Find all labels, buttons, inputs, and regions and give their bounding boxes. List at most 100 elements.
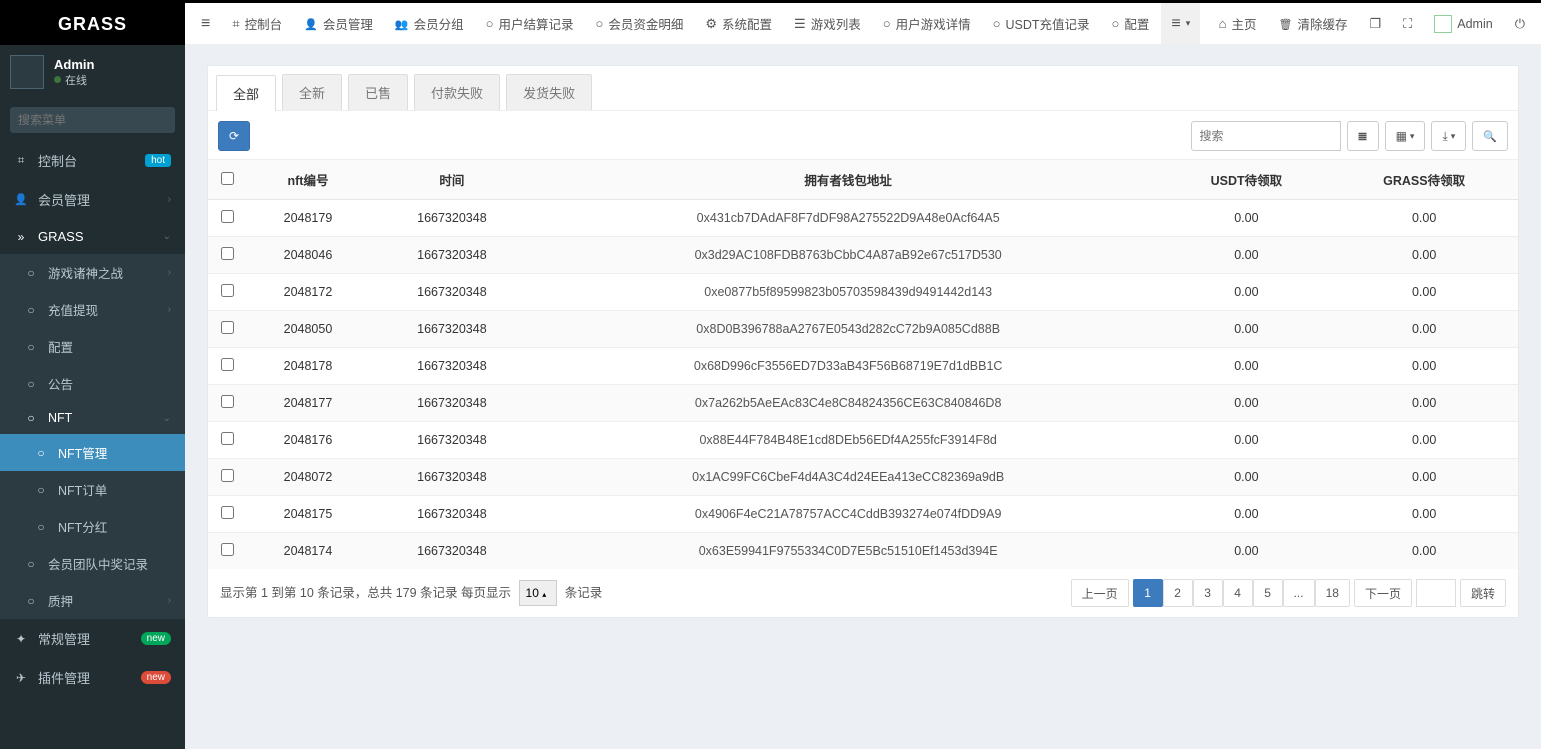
row-checkbox[interactable] xyxy=(221,469,234,482)
tab-sold[interactable]: 已售 xyxy=(348,74,408,110)
topnav-user-settle[interactable]: 用户结算记录 xyxy=(476,3,584,44)
col-nft-id[interactable]: nft编号 xyxy=(246,160,370,200)
row-checkbox[interactable] xyxy=(221,210,234,223)
new-badge: new xyxy=(141,632,171,645)
table-search-input[interactable] xyxy=(1191,121,1341,151)
row-checkbox[interactable] xyxy=(221,247,234,260)
topnav-usdt-recharge[interactable]: USDT充值记录 xyxy=(983,3,1100,44)
page-number-button[interactable]: 3 xyxy=(1193,579,1223,607)
row-checkbox[interactable] xyxy=(221,358,234,371)
cell-time: 1667320348 xyxy=(370,496,534,533)
row-checkbox[interactable] xyxy=(221,321,234,334)
expand-icon xyxy=(1403,16,1412,32)
topnav-more-dropdown[interactable]: ▾ xyxy=(1161,3,1200,44)
row-checkbox[interactable] xyxy=(221,432,234,445)
power-icon xyxy=(1515,16,1525,32)
col-usdt-pending[interactable]: USDT待领取 xyxy=(1163,160,1331,200)
circle-icon xyxy=(486,16,494,31)
cell-usdt: 0.00 xyxy=(1163,459,1331,496)
page-number-button[interactable]: 1 xyxy=(1133,579,1163,607)
topnav-admin[interactable]: Admin xyxy=(1424,3,1502,44)
page-jump-button[interactable]: 跳转 xyxy=(1460,579,1506,607)
sidebar-item-dashboard[interactable]: 控制台hot xyxy=(0,141,185,180)
main-panel: 全部 全新 已售 付款失败 发货失败 ▾ ▾ xyxy=(207,65,1519,618)
sidebar-item-general-mgmt[interactable]: 常规管理new xyxy=(0,619,185,658)
refresh-button[interactable] xyxy=(218,121,250,151)
sidebar-item-announcement[interactable]: 公告 xyxy=(0,365,185,402)
sidebar-item-member-mgmt[interactable]: 会员管理 xyxy=(0,180,185,219)
page-number-button[interactable]: 5 xyxy=(1253,579,1283,607)
sidebar-item-nft[interactable]: NFT xyxy=(0,402,185,434)
export-button[interactable]: ▾ xyxy=(1431,121,1466,151)
tab-ship-fail[interactable]: 发货失败 xyxy=(506,74,592,110)
row-checkbox[interactable] xyxy=(221,395,234,408)
circle-icon xyxy=(596,16,604,31)
topbar: 控制台 会员管理 会员分组 用户结算记录 会员资金明细 系统配置 游戏列表 用户… xyxy=(185,3,1541,45)
topnav-member-fund[interactable]: 会员资金明细 xyxy=(586,3,694,44)
sidebar-item-nft-order[interactable]: NFT订单 xyxy=(0,471,185,508)
avatar-mini xyxy=(1434,15,1452,33)
user-panel: Admin 在线 xyxy=(0,45,185,99)
users-icon xyxy=(395,16,409,31)
row-checkbox[interactable] xyxy=(221,284,234,297)
col-time[interactable]: 时间 xyxy=(370,160,534,200)
sidebar-item-nft-dividend[interactable]: NFT分红 xyxy=(0,508,185,545)
sidebar-search-input[interactable] xyxy=(10,107,175,133)
topnav-logout[interactable] xyxy=(1505,3,1535,44)
table-row: 204817516673203480x4906F4eC21A78757ACC4C… xyxy=(208,496,1518,533)
sidebar-item-deposit-withdraw[interactable]: 充值提现 xyxy=(0,291,185,328)
col-owner-addr[interactable]: 拥有者钱包地址 xyxy=(534,160,1163,200)
circle-icon xyxy=(24,557,38,571)
list-view-button[interactable] xyxy=(1347,121,1379,151)
page-number-button[interactable]: ... xyxy=(1283,579,1315,607)
new-badge: new xyxy=(141,671,171,684)
tab-all[interactable]: 全部 xyxy=(216,75,276,111)
circle-icon xyxy=(24,266,38,280)
col-grass-pending[interactable]: GRASS待领取 xyxy=(1330,160,1518,200)
gear-icon xyxy=(705,16,717,32)
column-toggle-button[interactable]: ▾ xyxy=(1385,121,1426,151)
sidebar-item-pledge[interactable]: 质押 xyxy=(0,582,185,619)
toggle-sidebar-button[interactable] xyxy=(191,3,220,44)
tab-brand-new[interactable]: 全新 xyxy=(282,74,342,110)
circle-icon xyxy=(34,483,48,497)
sidebar-item-game-gods[interactable]: 游戏诸神之战 xyxy=(0,254,185,291)
sidebar-item-grass[interactable]: »GRASS xyxy=(0,219,185,254)
topnav-member-mgmt[interactable]: 会员管理 xyxy=(294,3,383,44)
topnav-member-group[interactable]: 会员分组 xyxy=(385,3,474,44)
cell-grass: 0.00 xyxy=(1330,237,1518,274)
row-checkbox[interactable] xyxy=(221,506,234,519)
select-all-checkbox[interactable] xyxy=(221,172,234,185)
cell-owner-addr: 0x68D996cF3556ED7D33aB43F56B68719E7d1dBB… xyxy=(534,348,1163,385)
cogs-icon xyxy=(14,632,28,646)
page-number-button[interactable]: 4 xyxy=(1223,579,1253,607)
sidebar-item-nft-mgmt[interactable]: NFT管理 xyxy=(0,434,185,471)
sidebar: GRASS Admin 在线 控制台hot 会员管理 »GRASS 游戏诸神之战… xyxy=(0,3,185,749)
sidebar-item-team-winning[interactable]: 会员团队中奖记录 xyxy=(0,545,185,582)
sidebar-item-plugin-mgmt[interactable]: 插件管理new xyxy=(0,658,185,697)
topnav-home[interactable]: 主页 xyxy=(1209,3,1267,44)
circle-icon xyxy=(34,520,48,534)
topnav-clear-cache[interactable]: 清除缓存 xyxy=(1269,3,1358,44)
brand-logo: GRASS xyxy=(0,3,185,45)
next-page-button[interactable]: 下一页 xyxy=(1354,579,1412,607)
topnav-sys-config[interactable]: 系统配置 xyxy=(695,3,782,44)
bars-icon xyxy=(1171,15,1180,33)
topnav-game-list[interactable]: 游戏列表 xyxy=(784,3,871,44)
sidebar-item-config[interactable]: 配置 xyxy=(0,328,185,365)
list-icon xyxy=(1358,129,1368,143)
topnav-dashboard[interactable]: 控制台 xyxy=(222,3,292,44)
topnav-user-game-detail[interactable]: 用户游戏详情 xyxy=(873,3,981,44)
topnav-config[interactable]: 配置 xyxy=(1101,3,1159,44)
page-number-button[interactable]: 2 xyxy=(1163,579,1193,607)
prev-page-button[interactable]: 上一页 xyxy=(1071,579,1129,607)
page-size-select[interactable]: 10 ▴ xyxy=(519,580,558,606)
cell-nft-id: 2048050 xyxy=(246,311,370,348)
topnav-clone[interactable] xyxy=(1360,3,1392,44)
search-toggle-button[interactable] xyxy=(1472,121,1508,151)
tab-pay-fail[interactable]: 付款失败 xyxy=(414,74,500,110)
page-number-button[interactable]: 18 xyxy=(1315,579,1350,607)
row-checkbox[interactable] xyxy=(221,543,234,556)
topnav-fullscreen[interactable] xyxy=(1393,3,1422,44)
page-jump-input[interactable] xyxy=(1416,579,1456,607)
